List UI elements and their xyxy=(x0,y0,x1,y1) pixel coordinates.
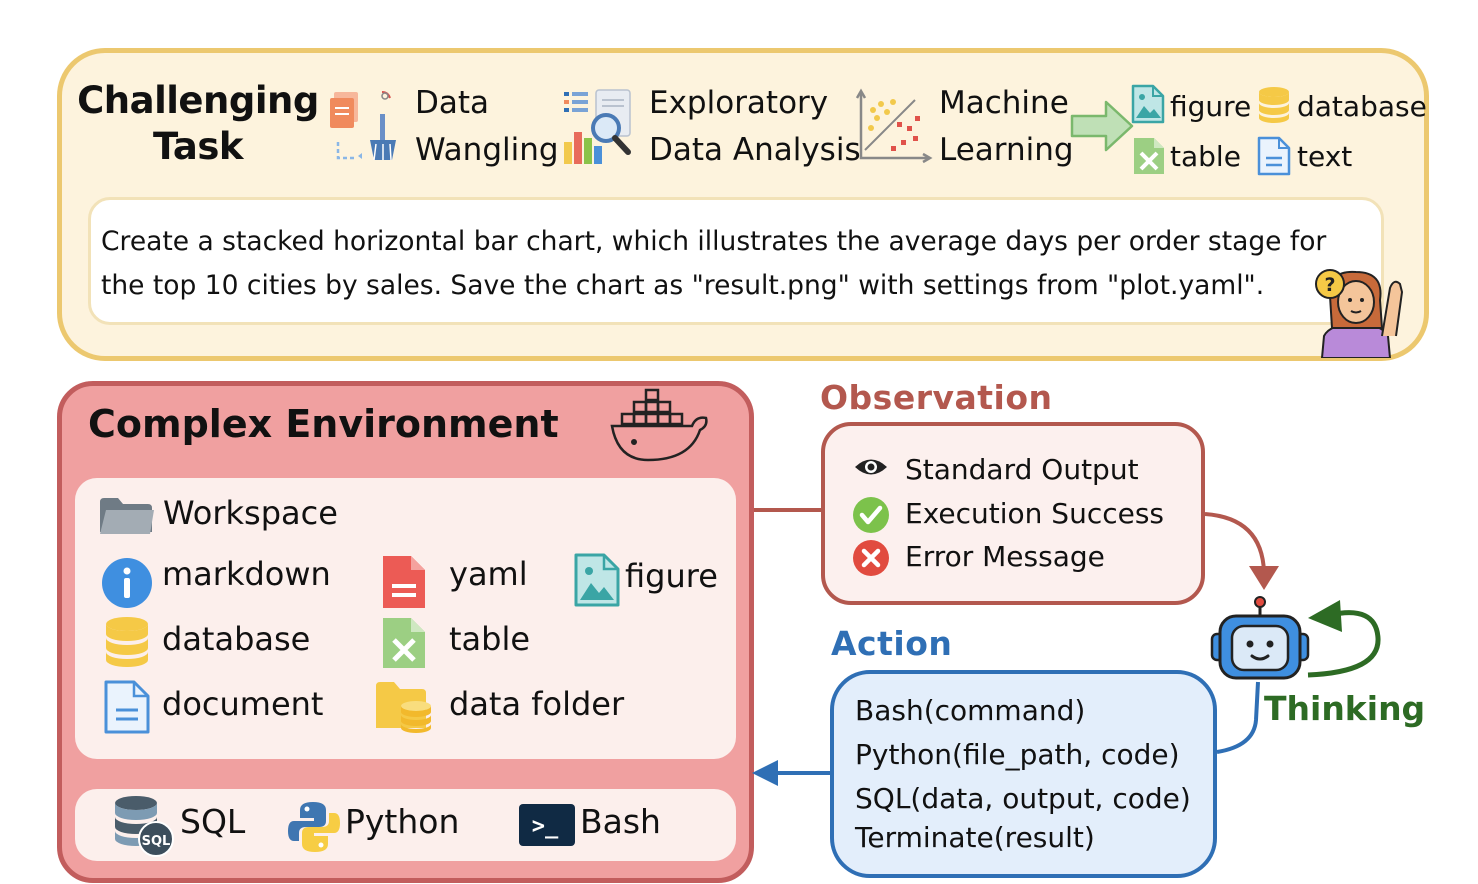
tool-python-label: Python xyxy=(345,802,460,841)
category-machine-learning: Machine Learning xyxy=(939,80,1074,174)
right-arrow-icon xyxy=(1070,100,1134,152)
table-file-icon xyxy=(1134,138,1164,174)
environment-title: Complex Environment xyxy=(88,402,559,446)
yaml-file-icon xyxy=(383,556,425,608)
document-icon xyxy=(104,680,150,734)
error-circle-icon xyxy=(853,540,889,576)
agent-to-action-line xyxy=(1216,681,1260,754)
thinking-arrowhead xyxy=(1308,600,1342,632)
docker-icon xyxy=(610,388,708,462)
task-title-line2: Task xyxy=(152,125,244,168)
figure-file-icon xyxy=(1131,84,1165,124)
machine-learning-icon xyxy=(855,88,933,164)
action-terminate: Terminate(result) xyxy=(855,821,1095,854)
file-document-label: document xyxy=(162,685,324,723)
action-python: Python(file_path, code) xyxy=(855,738,1180,771)
category-label-line1: Data xyxy=(415,85,490,121)
observation-arrowhead xyxy=(1249,566,1279,590)
check-circle-icon xyxy=(853,497,889,533)
instruction-line2: the top 10 cities by sales. Save the cha… xyxy=(101,270,1265,301)
terminal-icon: >_ xyxy=(519,804,575,846)
question-mark: ? xyxy=(1324,274,1335,296)
data-wrangling-icon xyxy=(330,91,396,161)
thinking-loop-arrow xyxy=(1307,610,1381,678)
sql-badge-text: SQL xyxy=(142,834,171,849)
observation-heading: Observation xyxy=(820,378,1053,417)
action-sql: SQL(data, output, code) xyxy=(855,782,1191,815)
table-file-icon xyxy=(383,618,425,668)
task-instruction: Create a stacked horizontal bar chart, w… xyxy=(88,197,1384,325)
info-icon xyxy=(102,558,152,608)
observation-standard-output: Standard Output xyxy=(905,453,1139,486)
output-table-label: table xyxy=(1170,140,1241,173)
category-data-wrangling: Data Wangling xyxy=(415,80,559,174)
tool-bash-label: Bash xyxy=(580,802,661,841)
file-table-label: table xyxy=(449,620,531,658)
workspace-label: Workspace xyxy=(163,494,338,532)
category-label-line2: Data Analysis xyxy=(649,132,861,168)
output-text-label: text xyxy=(1297,140,1353,173)
action-bash: Bash(command) xyxy=(855,694,1086,727)
figure-file-icon xyxy=(574,553,620,607)
file-markdown-label: markdown xyxy=(162,555,331,593)
observation-to-agent-arrow xyxy=(1204,512,1266,573)
category-label-line1: Machine xyxy=(939,85,1069,121)
text-file-icon xyxy=(1257,136,1291,176)
file-data-folder-label: data folder xyxy=(449,685,625,723)
observation-error-message: Error Message xyxy=(905,540,1105,573)
action-arrowhead xyxy=(752,760,778,786)
sql-database-icon: SQL xyxy=(115,796,174,857)
eye-icon xyxy=(855,459,887,475)
file-database-label: database xyxy=(162,620,311,658)
file-figure-label: figure xyxy=(625,557,718,595)
action-heading: Action xyxy=(831,624,953,663)
folder-icon xyxy=(100,498,154,534)
robot-icon xyxy=(1210,596,1310,680)
user-avatar-icon: ? xyxy=(1315,269,1404,358)
tool-sql-label: SQL xyxy=(180,802,246,841)
category-label-line2: Wangling xyxy=(415,132,559,168)
task-title: Challenging Task xyxy=(68,78,328,170)
category-label-line1: Exploratory xyxy=(649,85,829,121)
instruction-line1: Create a stacked horizontal bar chart, w… xyxy=(101,226,1327,257)
thinking-label: Thinking xyxy=(1264,689,1426,728)
bash-prompt-text: >_ xyxy=(532,814,559,839)
task-title-line1: Challenging xyxy=(77,79,319,122)
category-label-line2: Learning xyxy=(939,132,1074,168)
database-icon xyxy=(1259,87,1289,123)
database-icon xyxy=(106,617,148,667)
output-figure-label: figure xyxy=(1170,90,1252,123)
data-folder-icon xyxy=(376,682,431,733)
observation-execution-success: Execution Success xyxy=(905,497,1165,530)
output-database-label: database xyxy=(1297,90,1427,123)
python-icon xyxy=(288,802,340,852)
category-exploratory-data-analysis: Exploratory Data Analysis xyxy=(649,80,861,174)
exploratory-analysis-icon xyxy=(564,89,631,164)
file-yaml-label: yaml xyxy=(449,555,528,593)
